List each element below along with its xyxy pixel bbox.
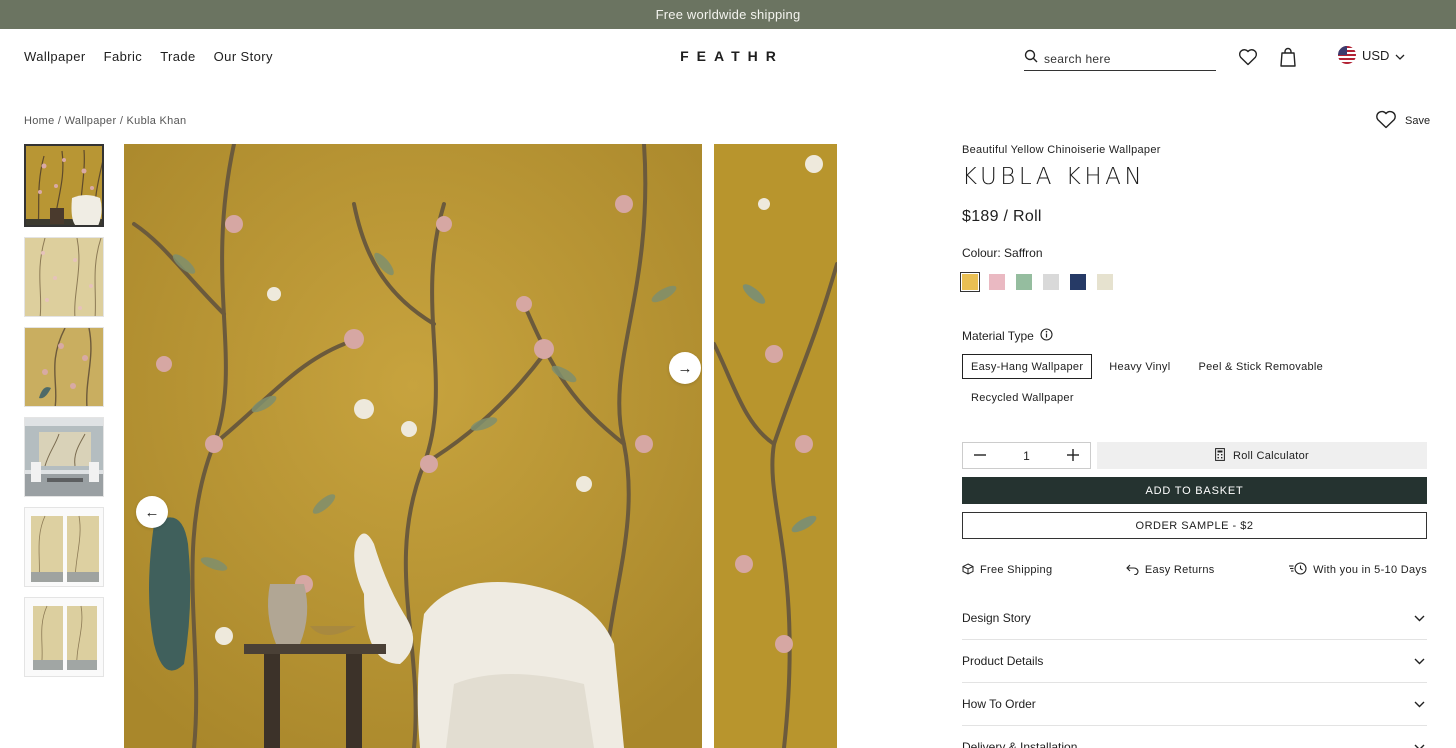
breadcrumb-separator: / xyxy=(57,115,62,127)
swatch-saffron[interactable] xyxy=(960,272,980,292)
chevron-down-icon xyxy=(1395,48,1405,63)
save-button[interactable]: Save xyxy=(1375,110,1430,132)
box-icon xyxy=(962,562,974,578)
swatch-grey[interactable] xyxy=(1043,274,1059,290)
heart-icon xyxy=(1375,110,1397,132)
arrow-left-icon: ← xyxy=(144,503,160,521)
perk-easy-returns: Easy Returns xyxy=(1126,562,1215,578)
material-heavy-vinyl[interactable]: Heavy Vinyl xyxy=(1100,354,1179,379)
currency-label: USD xyxy=(1362,47,1390,63)
colour-swatches xyxy=(960,272,1427,292)
accordion-how-to-order[interactable]: How To Order xyxy=(962,683,1427,726)
perk-label: Easy Returns xyxy=(1144,564,1215,576)
colour-label: Colour: Saffron xyxy=(962,246,1043,260)
chevron-down-icon xyxy=(1414,611,1425,625)
order-sample-button[interactable]: ORDER SAMPLE - $2 xyxy=(962,512,1427,539)
thumbnail-dining-room[interactable] xyxy=(24,417,104,497)
perk-label: With you in 5-10 Days xyxy=(1313,564,1427,576)
perks-row: Free Shipping Easy Returns With you in 5… xyxy=(962,562,1427,578)
perk-delivery-time: With you in 5-10 Days xyxy=(1288,562,1427,578)
shopping-bag-icon[interactable] xyxy=(1277,46,1299,68)
info-icon[interactable] xyxy=(1040,328,1053,344)
swatch-pink[interactable] xyxy=(989,274,1005,290)
chevron-down-icon xyxy=(1414,697,1425,711)
material-peel-stick[interactable]: Peel & Stick Removable xyxy=(1189,354,1332,379)
thumbnail-gallery xyxy=(24,144,104,687)
accordion-design-story[interactable]: Design Story xyxy=(962,597,1427,640)
wishlist-heart-icon[interactable] xyxy=(1237,46,1259,68)
breadcrumb-home[interactable]: Home xyxy=(24,115,55,127)
plus-icon[interactable] xyxy=(1066,447,1080,465)
material-easy-hang[interactable]: Easy-Hang Wallpaper xyxy=(962,354,1093,379)
product-title: KUBLA KHAN xyxy=(962,164,1146,190)
breadcrumb-separator: / xyxy=(119,115,124,127)
currency-selector[interactable]: USD xyxy=(1338,46,1405,64)
perk-free-shipping: Free Shipping xyxy=(962,562,1052,578)
material-type-label-row: Material Type xyxy=(962,328,1427,344)
quantity-row: 1 Roll Calculator xyxy=(962,442,1427,469)
main-nav: Wallpaper Fabric Trade Our Story FEATHR … xyxy=(0,29,1456,85)
accordion-label: How To Order xyxy=(962,697,1036,711)
product-price: $189 / Roll xyxy=(962,208,1042,225)
perk-label: Free Shipping xyxy=(980,564,1053,576)
thumbnail-panel-layout-alt[interactable] xyxy=(24,597,104,677)
roll-calculator-button[interactable]: Roll Calculator xyxy=(1097,442,1427,469)
product-main-image: ← → xyxy=(124,144,702,748)
quantity-value[interactable]: 1 xyxy=(1023,449,1030,463)
product-secondary-image xyxy=(714,144,837,748)
search-icon xyxy=(1024,49,1038,68)
breadcrumb-current: Kubla Khan xyxy=(126,115,187,127)
accordion-label: Design Story xyxy=(962,611,1031,625)
material-recycled[interactable]: Recycled Wallpaper xyxy=(962,385,1083,410)
thumbnail-pattern-detail[interactable] xyxy=(24,327,104,407)
thumbnail-pattern-full[interactable] xyxy=(24,237,104,317)
quantity-stepper: 1 xyxy=(962,442,1091,469)
announcement-text: Free worldwide shipping xyxy=(655,7,801,22)
swatch-cream[interactable] xyxy=(1097,274,1113,290)
accordion-product-details[interactable]: Product Details xyxy=(962,640,1427,683)
breadcrumb: Home / Wallpaper / Kubla Khan xyxy=(24,115,186,127)
announcement-bar: Free worldwide shipping xyxy=(0,0,1456,29)
calculator-icon xyxy=(1215,447,1225,464)
search-bar[interactable] xyxy=(1024,47,1216,71)
breadcrumb-wallpaper[interactable]: Wallpaper xyxy=(65,115,117,127)
accordion-delivery-installation[interactable]: Delivery & Installation xyxy=(962,726,1427,748)
gallery-prev-button[interactable]: ← xyxy=(136,496,168,528)
product-subtitle: Beautiful Yellow Chinoiserie Wallpaper xyxy=(962,144,1161,156)
chevron-down-icon xyxy=(1414,740,1425,748)
add-to-basket-button[interactable]: ADD TO BASKET xyxy=(962,477,1427,504)
save-label: Save xyxy=(1405,115,1431,127)
accordion-label: Delivery & Installation xyxy=(962,740,1078,748)
return-arrow-icon xyxy=(1126,563,1139,578)
minus-icon[interactable] xyxy=(973,447,987,465)
swatch-navy[interactable] xyxy=(1070,274,1086,290)
material-type-label: Material Type xyxy=(962,329,1034,343)
fast-clock-icon xyxy=(1288,562,1307,578)
thumbnail-room-view[interactable] xyxy=(24,144,104,227)
thumbnail-panel-layout[interactable] xyxy=(24,507,104,587)
search-input[interactable] xyxy=(1044,51,1204,66)
arrow-right-icon: → xyxy=(677,359,693,377)
roll-calculator-label: Roll Calculator xyxy=(1232,449,1310,462)
material-options: Easy-Hang Wallpaper Heavy Vinyl Peel & S… xyxy=(962,354,1362,416)
us-flag-icon xyxy=(1338,46,1356,64)
swatch-green[interactable] xyxy=(1016,274,1032,290)
accordion-label: Product Details xyxy=(962,654,1044,668)
gallery-next-button[interactable]: → xyxy=(669,352,701,384)
product-details-panel: Beautiful Yellow Chinoiserie Wallpaper K… xyxy=(960,144,1427,416)
chevron-down-icon xyxy=(1414,654,1425,668)
